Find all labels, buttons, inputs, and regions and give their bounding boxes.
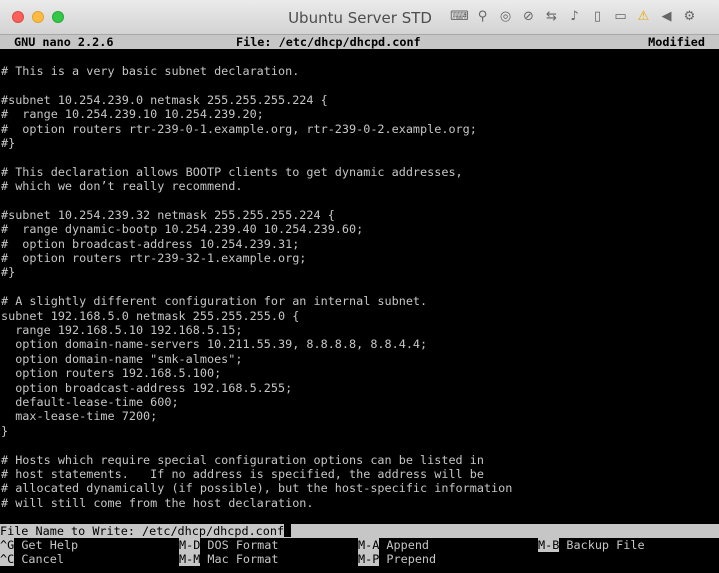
buffer-line[interactable]: # option routers rtr-239-32-1.example.or…	[1, 251, 717, 265]
buffer-line[interactable]	[1, 150, 717, 164]
cd-blocked-icon[interactable]: ⊘	[519, 8, 538, 26]
network-icon[interactable]: ⇆	[542, 8, 561, 26]
shortcut-backup-file[interactable]: M-B Backup File	[538, 538, 645, 552]
buffer-line[interactable]: # A slightly different configuration for…	[1, 294, 717, 308]
terminal[interactable]: GNU nano 2.2.6 File: /etc/dhcp/dhcpd.con…	[0, 35, 719, 573]
buffer-line[interactable]: # host statements. If no address is spec…	[1, 467, 717, 481]
buffer-line[interactable]	[1, 78, 717, 92]
buffer-line[interactable]: option domain-name "smk-almoes";	[1, 352, 717, 366]
buffer-line[interactable]: range 192.168.5.10 192.168.5.15;	[1, 323, 717, 337]
shortcut-key: M-M	[179, 552, 201, 567]
buffer-line[interactable]: # which we don’t really recommend.	[1, 179, 717, 193]
buffer-line[interactable]: # This declaration allows BOOTP clients …	[1, 165, 717, 179]
buffer-line[interactable]: #}	[1, 265, 717, 279]
text-cursor	[284, 524, 292, 537]
keyboard-icon[interactable]: ⌨	[450, 8, 469, 26]
buffer-line[interactable]	[1, 280, 717, 294]
zoom-window-button[interactable]	[52, 11, 64, 23]
buffer-line[interactable]	[1, 194, 717, 208]
window-title: Ubuntu Server STD	[288, 9, 432, 27]
shortcut-label: Prepend	[386, 552, 437, 567]
buffer-line[interactable]: default-lease-time 600;	[1, 395, 717, 409]
close-window-button[interactable]	[12, 11, 24, 23]
shortcut-cancel[interactable]: ^C Cancel	[0, 552, 64, 567]
save-filename-input[interactable]: /etc/dhcp/dhcpd.conf	[142, 524, 284, 538]
settings-gear-icon[interactable]: ⚙	[680, 8, 699, 26]
buffer-line[interactable]: #subnet 10.254.239.32 netmask 255.255.25…	[1, 208, 717, 222]
shortcut-key: M-D	[179, 538, 201, 552]
shortcut-key: ^G	[0, 538, 15, 552]
buffer-line[interactable]: subnet 192.168.5.0 netmask 255.255.255.0…	[1, 309, 717, 323]
buffer-line[interactable]: option domain-name-servers 10.211.55.39,…	[1, 337, 717, 351]
removable-drive-icon[interactable]: ▯	[588, 8, 607, 26]
shortcut-label: Get Help	[21, 538, 79, 552]
editor-buffer[interactable]: # This is a very basic subnet declaratio…	[1, 64, 717, 510]
audio-icon[interactable]: ♪	[565, 8, 584, 26]
shortcut-key: ^C	[0, 552, 15, 567]
buffer-line[interactable]: #subnet 10.254.239.0 netmask 255.255.255…	[1, 93, 717, 107]
shared-folder-icon[interactable]: ▭	[611, 8, 630, 26]
shortcut-dos-format[interactable]: M-D DOS Format	[179, 538, 278, 552]
shortcut-label: Append	[386, 538, 430, 552]
buffer-line[interactable]: # range dynamic-bootp 10.254.239.40 10.2…	[1, 222, 717, 236]
shortcut-key: M-B	[538, 538, 560, 552]
shortcut-key: M-A	[358, 538, 380, 552]
nano-version: GNU nano 2.2.6	[14, 35, 114, 49]
buffer-line[interactable]: option routers 192.168.5.100;	[1, 366, 717, 380]
nano-header-bar: GNU nano 2.2.6 File: /etc/dhcp/dhcpd.con…	[0, 35, 719, 49]
buffer-line[interactable]: # Hosts which require special configurat…	[1, 453, 717, 467]
shortcut-label: DOS Format	[207, 538, 279, 552]
nano-file-name: File: /etc/dhcp/dhcpd.conf	[236, 35, 421, 49]
shortcut-get-help[interactable]: ^G Get Help	[0, 538, 78, 552]
buffer-line[interactable]: # This is a very basic subnet declaratio…	[1, 64, 717, 78]
window-titlebar[interactable]: Ubuntu Server STD ⌨ ⚲ ◎ ⊘ ⇆ ♪ ▯ ▭ ⚠ ◀ ⚙	[0, 0, 719, 35]
buffer-line[interactable]: # allocated dynamically (if possible), b…	[1, 481, 717, 495]
minimize-window-button[interactable]	[32, 11, 44, 23]
shortcut-label: Cancel	[21, 552, 64, 567]
warning-icon[interactable]: ⚠	[634, 8, 653, 26]
buffer-line[interactable]: }	[1, 424, 717, 438]
back-arrow-icon[interactable]: ◀	[657, 8, 676, 26]
buffer-line[interactable]	[1, 438, 717, 452]
shortcut-label: Backup File	[566, 538, 645, 552]
usb-icon[interactable]: ⚲	[473, 8, 492, 26]
disc-icon[interactable]: ◎	[496, 8, 515, 26]
buffer-line[interactable]: option broadcast-address 192.168.5.255;	[1, 381, 717, 395]
save-prompt-label: File Name to Write:	[0, 524, 143, 538]
buffer-line[interactable]: # option broadcast-address 10.254.239.31…	[1, 237, 717, 251]
vm-toolbar: ⌨ ⚲ ◎ ⊘ ⇆ ♪ ▯ ▭ ⚠ ◀ ⚙	[450, 8, 699, 28]
shortcut-append[interactable]: M-A Append	[358, 538, 429, 552]
nano-modified-status: Modified	[648, 35, 705, 49]
shortcut-key: M-P	[358, 552, 380, 567]
buffer-line[interactable]: max-lease-time 7200;	[1, 409, 717, 423]
shortcut-mac-format[interactable]: M-M Mac Format	[179, 552, 279, 567]
buffer-line[interactable]: # option routers rtr-239-0-1.example.org…	[1, 122, 717, 136]
buffer-line[interactable]: # will still come from the host declarat…	[1, 496, 717, 510]
shortcut-label: Mac Format	[207, 552, 279, 567]
buffer-line[interactable]: # range 10.254.239.10 10.254.239.20;	[1, 107, 717, 121]
save-prompt-bar[interactable]: File Name to Write: /etc/dhcp/dhcpd.conf	[0, 524, 719, 538]
shortcut-prepend[interactable]: M-P Prepend	[358, 552, 437, 567]
vm-window: Ubuntu Server STD ⌨ ⚲ ◎ ⊘ ⇆ ♪ ▯ ▭ ⚠ ◀ ⚙ …	[0, 0, 719, 573]
buffer-line[interactable]: #}	[1, 136, 717, 150]
